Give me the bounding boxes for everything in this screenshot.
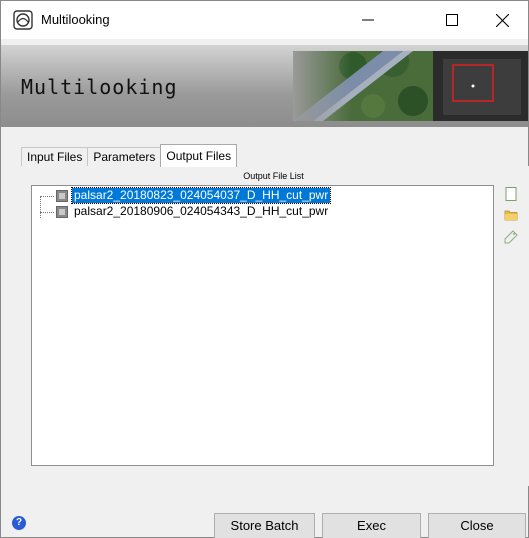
- store-batch-button[interactable]: Store Batch: [214, 513, 315, 538]
- exec-button[interactable]: Exec: [322, 513, 421, 538]
- image-file-icon: [56, 190, 68, 202]
- output-files-panel: Output File List palsar2_20180823_024054…: [21, 166, 529, 486]
- banner-title: Multilooking: [21, 75, 178, 99]
- title-bar: Multilooking: [1, 1, 528, 39]
- minimize-button[interactable]: [345, 1, 391, 39]
- satellite-image-icon: [293, 51, 528, 121]
- tab-input-files[interactable]: Input Files: [21, 147, 89, 167]
- window-title: Multilooking: [41, 12, 110, 27]
- help-icon[interactable]: ?: [12, 516, 26, 530]
- tab-parameters[interactable]: Parameters: [87, 147, 162, 167]
- close-window-button[interactable]: [479, 1, 525, 39]
- image-file-icon: [56, 206, 68, 218]
- tab-output-files[interactable]: Output Files: [160, 144, 238, 167]
- multilooking-window: Multilooking Multilooking Input Files Pa…: [0, 0, 529, 538]
- output-file-list[interactable]: palsar2_20180823_024054037_D_HH_cut_pwr …: [31, 185, 494, 466]
- header-banner: Multilooking: [1, 45, 528, 127]
- tree-connector: [40, 196, 41, 218]
- tab-bar: Input Files Parameters Output Files: [21, 144, 238, 167]
- tag-icon[interactable]: [504, 230, 518, 244]
- output-file-list-caption: Output File List: [243, 171, 304, 181]
- tree-connector: [40, 212, 54, 213]
- new-file-icon[interactable]: [504, 187, 518, 201]
- maximize-button[interactable]: [429, 1, 475, 39]
- list-item[interactable]: palsar2_20180906_024054343_D_HH_cut_pwr: [72, 204, 330, 219]
- list-item[interactable]: palsar2_20180823_024054037_D_HH_cut_pwr: [70, 187, 332, 204]
- open-folder-icon[interactable]: [504, 208, 518, 222]
- maximize-icon: [446, 14, 458, 26]
- app-icon: [13, 10, 33, 30]
- minimize-icon: [362, 19, 374, 21]
- close-icon: [495, 13, 509, 27]
- tree-connector: [40, 196, 54, 197]
- close-button[interactable]: Close: [428, 513, 526, 538]
